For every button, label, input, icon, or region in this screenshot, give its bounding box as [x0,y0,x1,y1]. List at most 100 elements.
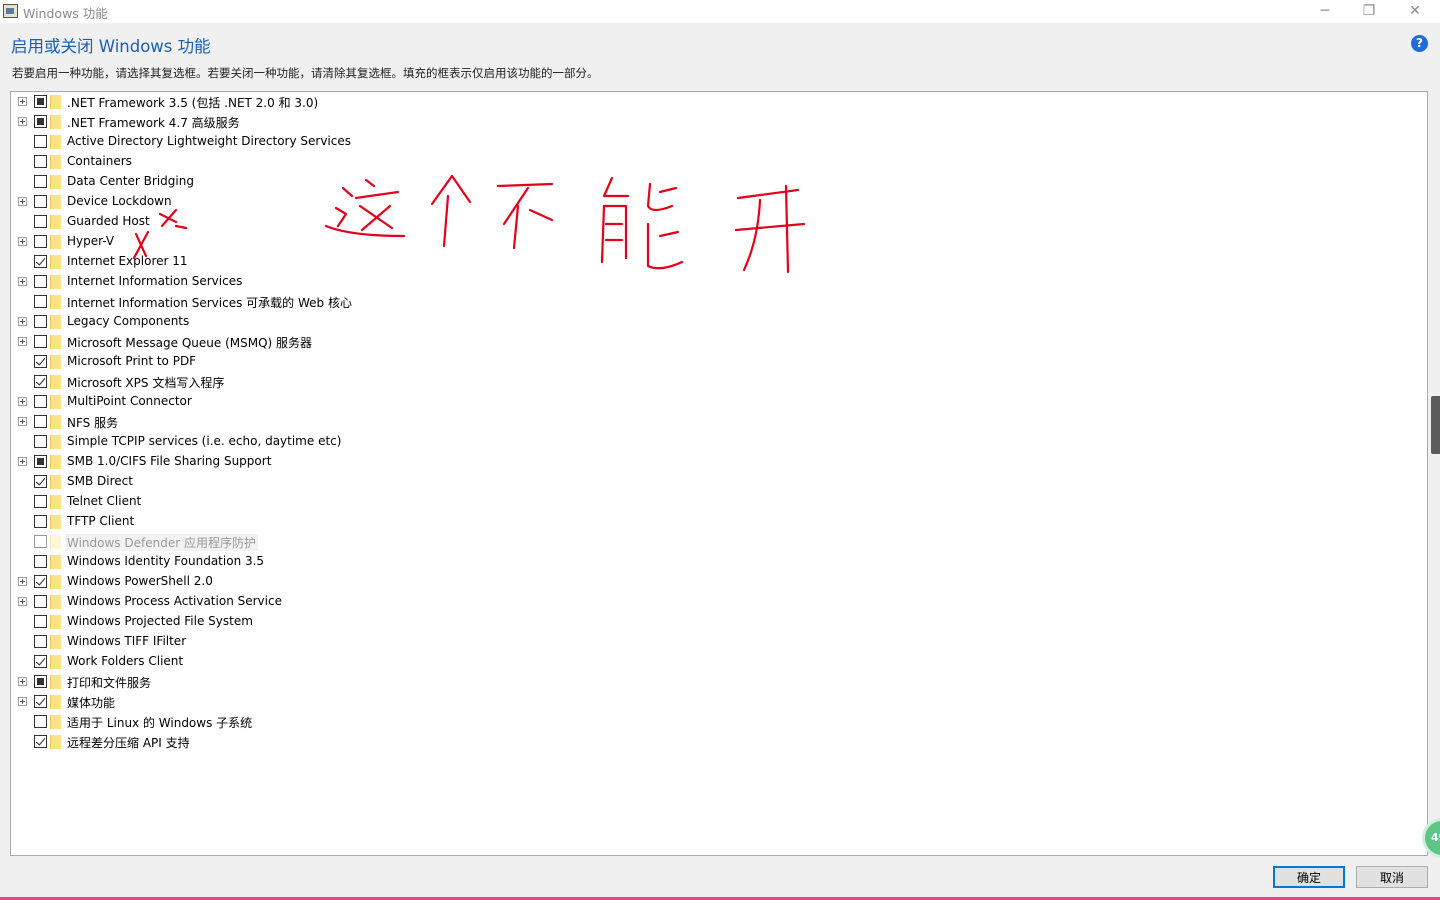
expand-icon[interactable] [18,597,27,606]
feature-row[interactable]: 远程差分压缩 API 支持 [11,732,711,752]
feature-label: NFS 服务 [67,416,119,430]
feature-checkbox[interactable] [34,175,47,188]
expand-icon[interactable] [18,697,27,706]
expand-icon[interactable] [18,237,27,246]
feature-row[interactable]: Windows Projected File System [11,612,711,632]
feature-row[interactable]: Microsoft XPS 文档写入程序 [11,372,711,392]
feature-row[interactable]: 媒体功能 [11,692,711,712]
feature-row[interactable]: Windows Identity Foundation 3.5 [11,552,711,572]
feature-row[interactable]: Internet Explorer 11 [11,252,711,272]
feature-row[interactable]: Windows PowerShell 2.0 [11,572,711,592]
feature-row[interactable]: .NET Framework 3.5 (包括 .NET 2.0 和 3.0) [11,92,711,112]
feature-row[interactable]: Windows Process Activation Service [11,592,711,612]
feature-label: Internet Explorer 11 [67,254,188,268]
feature-row[interactable]: Active Directory Lightweight Directory S… [11,132,711,152]
feature-checkbox[interactable] [34,555,47,568]
feature-row[interactable]: Windows TIFF IFilter [11,632,711,652]
feature-checkbox[interactable] [34,575,47,588]
feature-checkbox[interactable] [34,275,47,288]
close-button[interactable]: ✕ [1392,0,1438,23]
expand-icon[interactable] [18,117,27,126]
feature-checkbox[interactable] [34,115,47,128]
feature-checkbox[interactable] [34,335,47,348]
expand-icon[interactable] [18,677,27,686]
feature-checkbox[interactable] [34,155,47,168]
folder-icon [50,475,61,489]
feature-checkbox[interactable] [34,215,47,228]
expand-icon[interactable] [18,277,27,286]
feature-checkbox[interactable] [34,95,47,108]
expand-icon[interactable] [18,397,27,406]
feature-checkbox[interactable] [34,135,47,148]
feature-checkbox[interactable] [34,235,47,248]
feature-row[interactable]: 打印和文件服务 [11,672,711,692]
feature-row[interactable]: Data Center Bridging [11,172,711,192]
feature-row[interactable]: NFS 服务 [11,412,711,432]
feature-row[interactable]: Device Lockdown [11,192,711,212]
feature-row[interactable]: TFTP Client [11,512,711,532]
folder-icon [50,595,61,609]
feature-row[interactable]: Microsoft Message Queue (MSMQ) 服务器 [11,332,711,352]
feature-label: Work Folders Client [67,654,184,668]
feature-row[interactable]: .NET Framework 4.7 高级服务 [11,112,711,132]
expand-icon[interactable] [18,317,27,326]
feature-checkbox[interactable] [34,675,47,688]
feature-row[interactable]: SMB 1.0/CIFS File Sharing Support [11,452,711,472]
feature-checkbox[interactable] [34,475,47,488]
feature-row[interactable]: Internet Information Services [11,272,711,292]
feature-label: Microsoft Message Queue (MSMQ) 服务器 [67,336,313,350]
feature-checkbox[interactable] [34,495,47,508]
feature-row[interactable]: MultiPoint Connector [11,392,711,412]
feature-checkbox[interactable] [34,455,47,468]
feature-tree[interactable]: .NET Framework 3.5 (包括 .NET 2.0 和 3.0) .N… [10,91,1428,856]
ok-button[interactable]: 确定 [1273,866,1345,888]
folder-icon [50,195,61,209]
feature-label: 媒体功能 [67,696,116,710]
minimize-button[interactable]: ─ [1302,0,1348,23]
expand-icon[interactable] [18,457,27,466]
feature-label: Windows Defender 应用程序防护 [65,534,258,551]
feature-checkbox[interactable] [34,315,47,328]
feature-checkbox[interactable] [34,515,47,528]
feature-row[interactable]: SMB Direct [11,472,711,492]
feature-row[interactable]: Legacy Components [11,312,711,332]
folder-icon [50,495,61,509]
cancel-button[interactable]: 取消 [1356,866,1428,888]
feature-checkbox[interactable] [34,735,47,748]
expand-icon[interactable] [18,197,27,206]
expand-icon[interactable] [18,97,27,106]
feature-checkbox[interactable] [34,695,47,708]
feature-checkbox[interactable] [34,195,47,208]
scrollbar-handle[interactable] [1431,396,1440,454]
feature-row[interactable]: Hyper-V [11,232,711,252]
feature-row[interactable]: Guarded Host [11,212,711,232]
feature-checkbox[interactable] [34,395,47,408]
help-icon[interactable]: ? [1411,35,1428,52]
feature-checkbox[interactable] [34,355,47,368]
folder-icon [50,355,61,369]
expand-icon[interactable] [18,417,27,426]
feature-row[interactable]: Windows Defender 应用程序防护 [11,532,711,552]
feature-checkbox[interactable] [34,295,47,308]
feature-row[interactable]: Microsoft Print to PDF [11,352,711,372]
feature-checkbox[interactable] [34,255,47,268]
feature-row[interactable]: Telnet Client [11,492,711,512]
feature-checkbox[interactable] [34,415,47,428]
feature-checkbox[interactable] [34,615,47,628]
feature-checkbox[interactable] [34,715,47,728]
restore-button[interactable]: ❐ [1346,0,1392,23]
expand-icon[interactable] [18,337,27,346]
feature-checkbox[interactable] [34,435,47,448]
feature-row[interactable]: 适用于 Linux 的 Windows 子系统 [11,712,711,732]
feature-row[interactable]: Internet Information Services 可承载的 Web 核… [11,292,711,312]
expand-icon[interactable] [18,577,27,586]
feature-checkbox[interactable] [34,635,47,648]
feature-checkbox[interactable] [34,655,47,668]
feature-row[interactable]: Containers [11,152,711,172]
folder-icon [50,635,61,649]
feature-row[interactable]: Work Folders Client [11,652,711,672]
feature-checkbox[interactable] [34,375,47,388]
feature-label: Containers [67,154,132,168]
feature-row[interactable]: Simple TCPIP services (i.e. echo, daytim… [11,432,711,452]
feature-checkbox[interactable] [34,595,47,608]
